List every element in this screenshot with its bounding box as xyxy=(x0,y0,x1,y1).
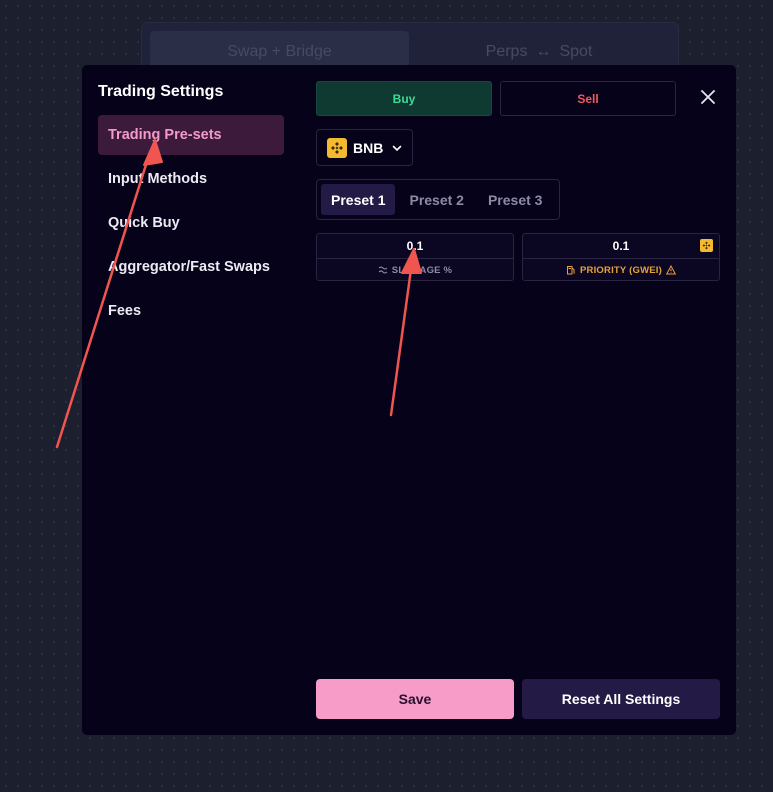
priority-field[interactable]: 0.1 PRIORITY (GWEI) xyxy=(522,233,720,281)
nav-item-label: Quick Buy xyxy=(108,215,180,231)
sell-label: Sell xyxy=(577,91,599,106)
tab-preset-3[interactable]: Preset 3 xyxy=(478,184,552,215)
nav-item-label: Input Methods xyxy=(108,171,208,187)
slippage-value[interactable]: 0.1 xyxy=(317,234,513,259)
slippage-field[interactable]: 0.1 SLIPPAGE % xyxy=(316,233,514,281)
nav-item-label: Aggregator/Fast Swaps xyxy=(108,259,270,275)
tab-preset-1[interactable]: Preset 1 xyxy=(321,184,396,215)
bnb-icon xyxy=(700,239,713,252)
priority-label-row: PRIORITY (GWEI) xyxy=(523,259,719,281)
priority-value-row[interactable]: 0.1 xyxy=(523,234,719,259)
nav-item-aggregator-fast-swaps[interactable]: Aggregator/Fast Swaps xyxy=(98,247,284,287)
reset-all-settings-button[interactable]: Reset All Settings xyxy=(522,679,720,719)
bnb-icon xyxy=(327,137,347,158)
trading-settings-modal: Trading Settings Trading Pre-sets Input … xyxy=(82,65,736,735)
nav-item-label: Fees xyxy=(108,303,142,319)
buy-label: Buy xyxy=(392,91,416,106)
priority-label: PRIORITY (GWEI) xyxy=(580,264,662,276)
tab-perps-label: Perps xyxy=(485,43,528,60)
preset-tabs: Preset 1 Preset 2 Preset 3 xyxy=(316,179,560,220)
sell-button[interactable]: Sell xyxy=(500,81,676,116)
chevron-down-icon xyxy=(393,145,402,151)
modal-title: Trading Settings xyxy=(98,83,224,100)
save-label: Save xyxy=(398,691,432,707)
save-button[interactable]: Save xyxy=(316,679,514,719)
slippage-label: SLIPPAGE % xyxy=(391,264,453,276)
nav-item-quick-buy[interactable]: Quick Buy xyxy=(98,203,284,243)
gas-pump-icon xyxy=(567,266,576,275)
priority-value: 0.1 xyxy=(612,239,630,253)
swap-arrows-icon: ↔ xyxy=(535,43,552,60)
reset-label: Reset All Settings xyxy=(561,691,681,707)
close-button[interactable] xyxy=(696,85,720,109)
warning-icon xyxy=(666,265,676,275)
nav-item-input-methods[interactable]: Input Methods xyxy=(98,159,284,199)
tab-spot-label: Spot xyxy=(559,43,593,60)
tab-preset-2[interactable]: Preset 2 xyxy=(399,184,473,215)
chain-selector[interactable]: BNB xyxy=(316,129,413,166)
chain-symbol: BNB xyxy=(353,139,384,156)
slippage-label-row: SLIPPAGE % xyxy=(317,259,513,281)
slippage-icon xyxy=(378,266,388,274)
nav-item-trading-presets[interactable]: Trading Pre-sets xyxy=(98,115,284,155)
nav-item-fees[interactable]: Fees xyxy=(98,291,284,331)
tab-swap-bridge-label: Swap + Bridge xyxy=(227,43,332,60)
buy-button[interactable]: Buy xyxy=(316,81,492,116)
nav-item-label: Trading Pre-sets xyxy=(108,127,222,143)
close-icon xyxy=(701,90,715,104)
